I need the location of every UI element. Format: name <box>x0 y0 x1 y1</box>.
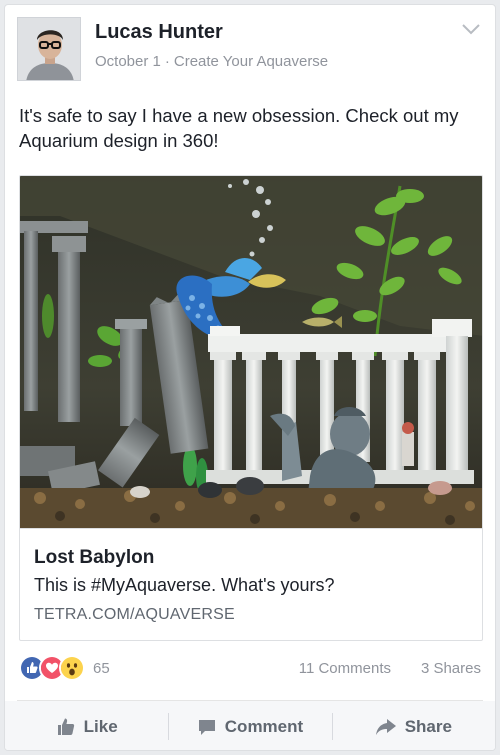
share-button[interactable]: Share <box>331 701 495 750</box>
comment-button[interactable]: Comment <box>168 701 331 750</box>
chevron-down-icon[interactable] <box>459 19 483 39</box>
thumbs-up-icon <box>56 717 76 737</box>
post-source[interactable]: Create Your Aquaverse <box>174 53 328 70</box>
aquarium-image[interactable] <box>20 176 483 528</box>
link-info: Lost Babylon This is #MyAquaverse. What'… <box>20 528 482 640</box>
author-name[interactable]: Lucas Hunter <box>95 21 223 44</box>
action-bar: Like Comment Share <box>5 701 495 750</box>
comment-icon <box>197 717 217 737</box>
reactions-summary[interactable]: 65 <box>19 655 110 681</box>
share-label: Share <box>404 716 452 736</box>
link-title[interactable]: Lost Babylon <box>34 547 154 569</box>
meta-separator: · <box>164 53 170 70</box>
post-stats: 65 11 Comments 3 Shares <box>19 653 483 683</box>
post-meta: October 1 · Create Your Aquaverse <box>95 53 328 70</box>
link-preview[interactable]: Lost Babylon This is #MyAquaverse. What'… <box>19 175 483 641</box>
link-domain: TETRA.COM/AQUAVERSE <box>34 606 235 623</box>
avatar[interactable] <box>17 17 81 81</box>
like-button[interactable]: Like <box>5 701 168 750</box>
post-text: It's safe to say I have a new obsession.… <box>19 105 459 151</box>
like-label: Like <box>83 716 118 736</box>
reaction-count[interactable]: 65 <box>93 660 110 677</box>
comments-count[interactable]: 11 Comments <box>299 660 391 677</box>
share-arrow-icon <box>375 717 397 737</box>
wow-reaction-icon <box>59 655 85 681</box>
link-description: This is #MyAquaverse. What's yours? <box>34 575 335 595</box>
comment-label: Comment <box>224 716 304 736</box>
post-date[interactable]: October 1 <box>95 53 161 70</box>
shares-count[interactable]: 3 Shares <box>421 660 481 677</box>
post-header: Lucas Hunter October 1 · Create Your Aqu… <box>17 17 483 85</box>
post-card: Lucas Hunter October 1 · Create Your Aqu… <box>4 4 496 751</box>
